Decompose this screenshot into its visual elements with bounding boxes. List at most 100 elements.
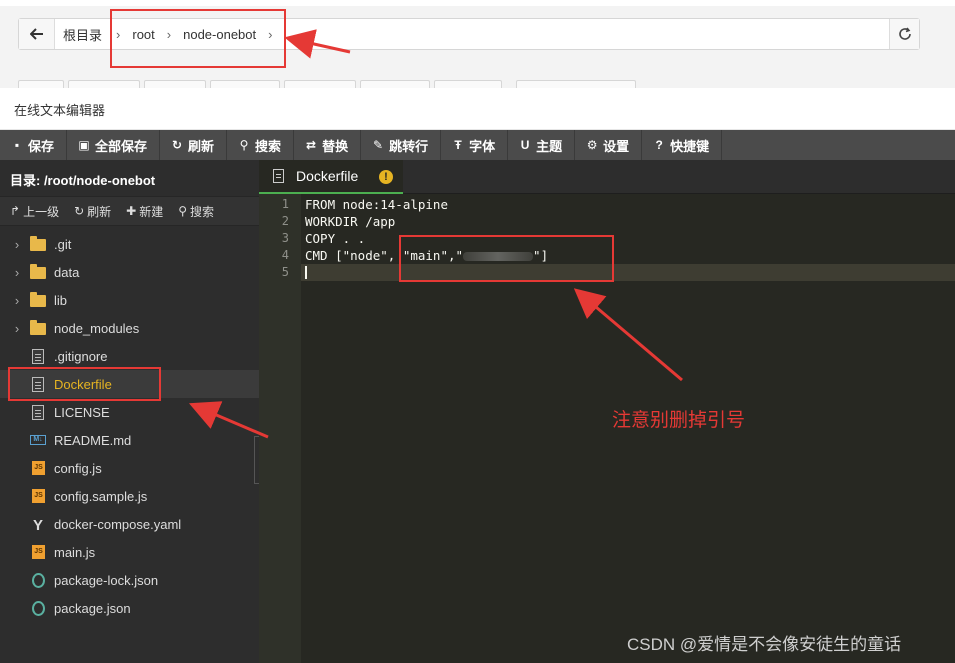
tree-folder-node-modules[interactable]: › node_modules xyxy=(0,314,259,342)
js-file-icon: JS xyxy=(32,545,45,559)
sidebar-refresh-button[interactable]: ↻ 刷新 xyxy=(64,203,116,220)
header-strip xyxy=(0,0,955,6)
current-directory-label: 目录: /root/node-onebot xyxy=(10,173,156,188)
toolbar-button[interactable] xyxy=(18,80,64,88)
toolbar-button[interactable] xyxy=(360,80,430,88)
breadcrumb-root-dir[interactable]: 根目录 xyxy=(63,25,108,44)
watermark: CSDN @爱情是不会像安徒生的童话 xyxy=(627,635,902,654)
arrow-left-icon xyxy=(29,28,43,40)
menu-search[interactable]: ⚲ 搜索 xyxy=(227,130,295,160)
search-icon: ⚲ xyxy=(239,138,249,152)
editor-title-text: 在线文本编辑器 xyxy=(14,103,106,118)
code-line[interactable]: 3 COPY . . xyxy=(282,230,955,247)
tree-file-readme[interactable]: M↓ README.md xyxy=(0,426,259,454)
js-file-icon: JS xyxy=(32,489,45,503)
markdown-icon: M↓ xyxy=(30,435,46,445)
menu-goto-line[interactable]: ✎ 跳转行 xyxy=(361,130,442,160)
sidebar-tool-label: 上一级 xyxy=(23,204,60,219)
tree-item-label: config.sample.js xyxy=(54,488,148,504)
line-text: COPY . . xyxy=(305,231,366,246)
save-all-icon: ▣ xyxy=(78,138,90,152)
search-icon: ⚲ xyxy=(178,204,188,218)
save-icon: ▪ xyxy=(14,138,20,152)
chevron-right-icon[interactable]: › xyxy=(10,293,24,308)
menu-settings[interactable]: ⚙ 设置 xyxy=(575,130,643,160)
line-number: 3 xyxy=(281,231,289,245)
menu-theme[interactable]: U 主题 xyxy=(508,130,576,160)
editor-menu-bar: ▪ 保存 ▣ 全部保存 ↻ 刷新 ⚲ 搜索 ⇄ 替换 ✎ 跳转行 Ŧ 字体 U 主题 ⚙ 设置 ?… xyxy=(0,130,955,160)
editor-window-title: 在线文本编辑器 xyxy=(0,88,955,130)
code-line-active[interactable]: 5 xyxy=(282,264,955,281)
chevron-right-icon: › xyxy=(116,26,121,42)
menu-label: 搜索 xyxy=(255,138,282,154)
menu-label: 替换 xyxy=(322,138,349,154)
tree-file-main-js[interactable]: JS main.js xyxy=(0,538,259,566)
tree-file-package-json[interactable]: package.json xyxy=(0,594,259,622)
sidebar-new-button[interactable]: ✚ 新建 xyxy=(116,203,168,220)
toolbar-button[interactable] xyxy=(68,80,140,88)
tree-item-label: docker-compose.yaml xyxy=(54,516,182,532)
menu-replace[interactable]: ⇄ 替换 xyxy=(294,130,362,160)
tree-item-label: data xyxy=(54,264,80,280)
menu-label: 设置 xyxy=(603,138,630,154)
text-cursor xyxy=(305,266,307,279)
tree-file-dockerfile[interactable]: Dockerfile xyxy=(0,370,259,398)
chevron-right-icon[interactable]: › xyxy=(10,265,24,280)
toolbar-button[interactable] xyxy=(210,80,280,88)
toolbar-button[interactable] xyxy=(144,80,206,88)
tab-label: Dockerfile xyxy=(296,168,359,184)
menu-refresh[interactable]: ↻ 刷新 xyxy=(160,130,228,160)
sidebar-toolbar: ↱ 上一级 ↻ 刷新 ✚ 新建 ⚲ 搜索 xyxy=(0,196,259,226)
tree-folder-data[interactable]: › data xyxy=(0,258,259,286)
breadcrumb-node-onebot[interactable]: node-onebot xyxy=(183,27,262,42)
code-line[interactable]: 4 CMD ["node", "main"," "] xyxy=(282,247,955,264)
code-line[interactable]: 1 FROM node:14-alpine xyxy=(282,196,955,213)
tree-folder-lib[interactable]: › lib xyxy=(0,286,259,314)
tree-folder-git[interactable]: › .git xyxy=(0,230,259,258)
chevron-right-icon[interactable]: › xyxy=(10,237,24,252)
back-button[interactable] xyxy=(19,19,55,49)
font-icon: Ŧ xyxy=(454,138,462,152)
sidebar-up-button[interactable]: ↱ 上一级 xyxy=(0,203,64,220)
folder-icon xyxy=(30,292,46,307)
toolbar-button[interactable] xyxy=(434,80,502,88)
tree-file-gitignore[interactable]: .gitignore xyxy=(0,342,259,370)
toolbar-button[interactable] xyxy=(284,80,356,88)
tree-file-package-lock[interactable]: package-lock.json xyxy=(0,566,259,594)
tree-item-label: lib xyxy=(54,292,68,308)
tree-file-config-js[interactable]: JS config.js xyxy=(0,454,259,482)
plus-icon: ✚ xyxy=(126,204,137,218)
code-editor: Dockerfile ! 1 FROM node:14-alpine 2 WORKD… xyxy=(259,160,955,663)
line-number: 2 xyxy=(281,214,289,228)
menu-label: 快捷键 xyxy=(670,138,710,154)
sidebar-search-button[interactable]: ⚲ 搜索 xyxy=(168,203,219,220)
file-tree: › .git › data › lib › node_modules .gitignor… xyxy=(0,230,259,622)
line-text: FROM node:14-alpine xyxy=(305,197,448,212)
code-line[interactable]: 2 WORKDIR /app xyxy=(282,213,955,230)
line-text-before: CMD ["node", "main"," xyxy=(305,248,464,263)
menu-save[interactable]: ▪ 保存 xyxy=(0,130,68,160)
address-refresh-button[interactable] xyxy=(889,19,919,49)
json-file-icon xyxy=(32,600,45,616)
line-text: WORKDIR /app xyxy=(305,214,396,229)
menu-font[interactable]: Ŧ 字体 xyxy=(441,130,509,160)
file-icon xyxy=(32,404,44,420)
folder-icon xyxy=(30,264,46,279)
toolbar-button[interactable] xyxy=(516,80,636,88)
menu-save-all[interactable]: ▣ 全部保存 xyxy=(67,130,161,160)
tree-file-license[interactable]: LICENSE xyxy=(0,398,259,426)
tree-file-config-sample-js[interactable]: JS config.sample.js xyxy=(0,482,259,510)
file-icon xyxy=(273,169,284,183)
breadcrumb-root[interactable]: root xyxy=(132,27,160,42)
line-text-after: "] xyxy=(533,248,549,263)
chevron-right-icon: › xyxy=(166,26,172,42)
tab-dockerfile[interactable]: Dockerfile ! xyxy=(259,160,403,194)
menu-shortcuts[interactable]: ? 快捷键 xyxy=(642,130,723,160)
tree-item-label: package.json xyxy=(54,600,131,616)
redacted-text xyxy=(463,252,534,261)
tree-file-docker-compose[interactable]: Ydocker-compose.yaml xyxy=(0,510,259,538)
menu-label: 保存 xyxy=(28,138,55,154)
code-area[interactable]: 1 FROM node:14-alpine 2 WORKDIR /app 3 COPY… xyxy=(282,194,955,281)
chevron-right-icon: › xyxy=(268,26,273,42)
chevron-right-icon[interactable]: › xyxy=(10,321,24,336)
